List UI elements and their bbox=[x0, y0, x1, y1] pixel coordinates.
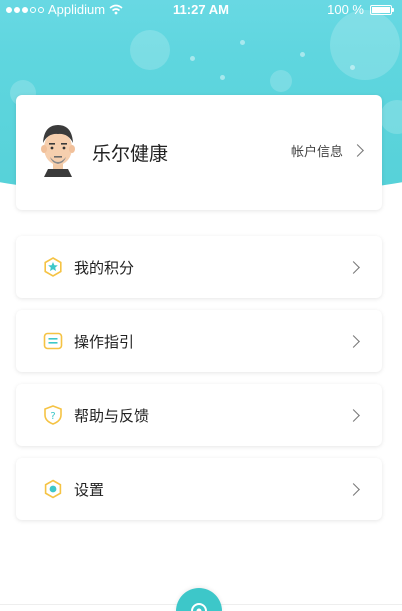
avatar bbox=[41, 125, 75, 177]
menu-item-guide[interactable]: 操作指引 bbox=[16, 310, 382, 372]
chevron-right-icon bbox=[347, 482, 360, 496]
menu-label: 帮助与反馈 bbox=[74, 406, 150, 425]
points-icon bbox=[42, 256, 64, 278]
eye-icon bbox=[191, 603, 207, 611]
menu-item-help[interactable]: ? 帮助与反馈 bbox=[16, 384, 382, 446]
profile-name: 乐尔健康 bbox=[92, 143, 169, 165]
menu-label: 我的积分 bbox=[74, 258, 135, 277]
battery-percent: 100 % bbox=[327, 2, 364, 17]
chevron-right-icon bbox=[347, 408, 360, 422]
status-right: 100 % bbox=[327, 2, 394, 17]
help-icon: ? bbox=[42, 404, 64, 426]
center-tab-button[interactable] bbox=[176, 588, 222, 611]
account-info-label: 帐户信息 bbox=[290, 145, 343, 160]
battery-icon bbox=[370, 4, 394, 15]
menu-item-settings[interactable]: 设置 bbox=[16, 458, 382, 520]
profile-card[interactable]: 乐尔健康 帐户信息 bbox=[16, 95, 382, 210]
status-bar: Applidium 11:27 AM 100 % bbox=[0, 0, 402, 20]
guide-icon bbox=[42, 330, 64, 352]
chevron-right-icon bbox=[351, 144, 364, 157]
chevron-right-icon bbox=[347, 260, 360, 274]
menu-label: 操作指引 bbox=[74, 332, 135, 351]
svg-text:?: ? bbox=[50, 411, 55, 422]
account-info-link[interactable]: 帐户信息 bbox=[290, 141, 364, 160]
menu-label: 设置 bbox=[74, 480, 105, 499]
chevron-right-icon bbox=[347, 334, 360, 348]
menu-item-points[interactable]: 我的积分 bbox=[16, 236, 382, 298]
screen: Applidium 11:27 AM 100 % 乐尔健康 帐户信息 我的积分 … bbox=[0, 0, 402, 611]
settings-icon bbox=[42, 478, 64, 500]
